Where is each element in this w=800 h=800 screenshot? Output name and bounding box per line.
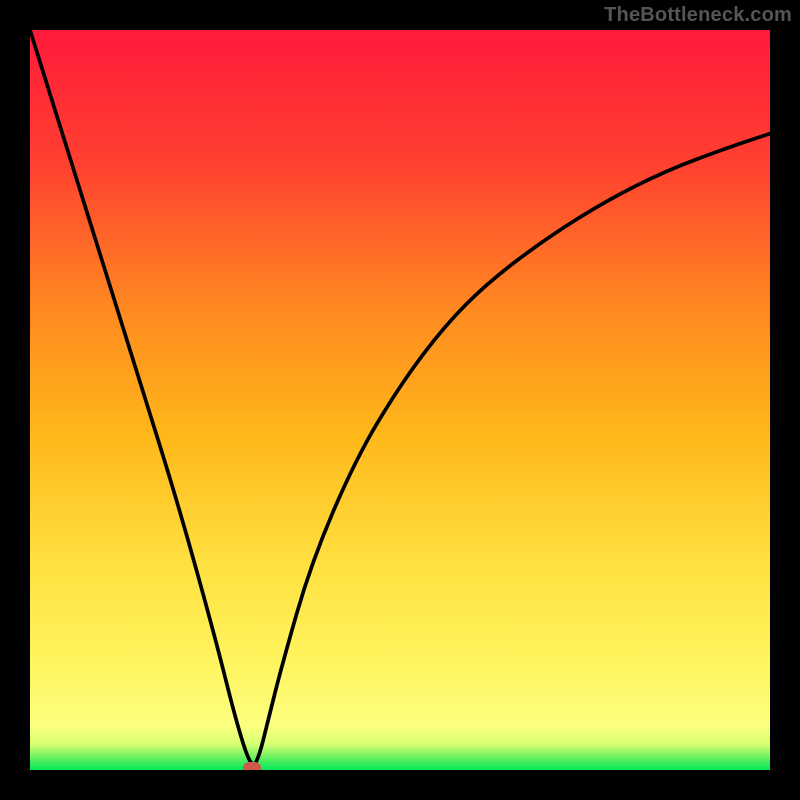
- optimum-marker: [243, 762, 261, 770]
- bottleneck-curve: [30, 30, 770, 770]
- plot-area: [30, 30, 770, 770]
- watermark-text: TheBottleneck.com: [604, 4, 792, 27]
- chart-frame: TheBottleneck.com: [0, 0, 800, 800]
